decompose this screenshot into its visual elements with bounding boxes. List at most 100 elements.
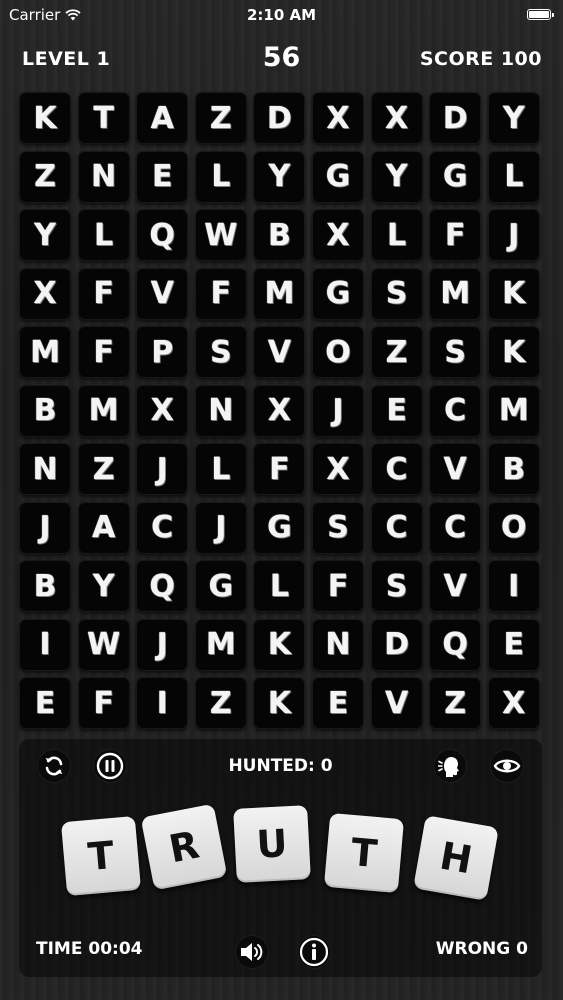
letter-tile[interactable]: B xyxy=(253,209,306,261)
reveal-button[interactable] xyxy=(490,749,524,783)
letter-tile[interactable]: P xyxy=(136,326,189,378)
letter-tile[interactable]: D xyxy=(253,92,306,144)
info-button[interactable] xyxy=(297,935,331,969)
letter-tile[interactable]: N xyxy=(194,384,247,437)
letter-tile[interactable]: V xyxy=(136,267,189,320)
letter-tile[interactable]: F xyxy=(77,267,130,320)
pronounce-button[interactable] xyxy=(433,749,467,783)
letter-tile[interactable]: E xyxy=(19,677,71,729)
letter-tile[interactable]: Z xyxy=(77,443,130,495)
letter-tile[interactable]: G xyxy=(194,560,247,612)
letter-tile[interactable]: D xyxy=(370,618,423,671)
letter-tile[interactable]: I xyxy=(19,618,71,671)
letter-tile[interactable]: X xyxy=(311,443,364,495)
letter-tile[interactable]: O xyxy=(487,501,540,554)
letter-tile[interactable]: F xyxy=(194,267,247,320)
letter-tile[interactable]: A xyxy=(136,92,189,144)
letter-tile[interactable]: J xyxy=(136,443,189,495)
letter-tile[interactable]: W xyxy=(194,209,247,261)
letter-tile[interactable]: J xyxy=(19,501,71,554)
letter-tile[interactable]: D xyxy=(429,92,482,144)
letter-tile[interactable]: X xyxy=(136,384,189,437)
letter-tile[interactable]: V xyxy=(370,677,423,729)
letter-tile[interactable]: E xyxy=(487,618,540,671)
letter-tile[interactable]: B xyxy=(19,384,71,437)
letter-tile[interactable]: Y xyxy=(19,209,71,261)
letter-tile[interactable]: L xyxy=(194,150,247,203)
letter-tile[interactable]: C xyxy=(429,384,482,437)
letter-tile[interactable]: Y xyxy=(253,150,306,203)
letter-tile[interactable]: Q xyxy=(136,209,189,261)
letter-tile[interactable]: J xyxy=(487,209,540,261)
letter-tile[interactable]: Q xyxy=(429,618,482,671)
letter-tile[interactable]: L xyxy=(370,209,423,261)
letter-tile[interactable]: F xyxy=(253,443,306,495)
letter-tile[interactable]: E xyxy=(370,384,423,437)
letter-tile[interactable]: Z xyxy=(194,677,247,729)
letter-tile[interactable]: Y xyxy=(77,560,130,612)
letter-tile[interactable]: L xyxy=(487,150,540,203)
letter-tile[interactable]: S xyxy=(311,501,364,554)
letter-tile[interactable]: V xyxy=(429,560,482,612)
letter-tile[interactable]: I xyxy=(136,677,189,729)
letter-tile[interactable]: V xyxy=(429,443,482,495)
letter-tile[interactable]: M xyxy=(77,384,130,437)
letter-tile[interactable]: E xyxy=(311,677,364,729)
letter-tile[interactable]: F xyxy=(77,677,130,729)
letter-tile[interactable]: A xyxy=(77,501,130,554)
letter-tile[interactable]: Z xyxy=(429,677,482,729)
letter-tile[interactable]: N xyxy=(77,150,130,203)
letter-tile[interactable]: B xyxy=(487,443,540,495)
letter-tile[interactable]: W xyxy=(77,618,130,671)
letter-tile[interactable]: C xyxy=(370,443,423,495)
letter-tile[interactable]: K xyxy=(487,267,540,320)
letter-tile[interactable]: F xyxy=(311,560,364,612)
letter-tile[interactable]: J xyxy=(194,501,247,554)
letter-tile[interactable]: C xyxy=(429,501,482,554)
letter-tile[interactable]: X xyxy=(19,267,71,320)
letter-tile[interactable]: E xyxy=(136,150,189,203)
letter-tile[interactable]: C xyxy=(136,501,189,554)
letter-tile[interactable]: L xyxy=(77,209,130,261)
letter-tile[interactable]: N xyxy=(311,618,364,671)
letter-tile[interactable]: S xyxy=(370,560,423,612)
letter-tile[interactable]: X xyxy=(311,92,364,144)
letter-tile[interactable]: K xyxy=(19,92,71,144)
letter-tile[interactable]: L xyxy=(253,560,306,612)
letter-tile[interactable]: L xyxy=(194,443,247,495)
letter-tile[interactable]: G xyxy=(253,501,306,554)
letter-tile[interactable]: M xyxy=(194,618,247,671)
letter-tile[interactable]: Q xyxy=(136,560,189,612)
letter-tile[interactable]: K xyxy=(487,326,540,378)
letter-tile[interactable]: C xyxy=(370,501,423,554)
letter-tile[interactable]: G xyxy=(311,267,364,320)
letter-tile[interactable]: Z xyxy=(370,326,423,378)
letter-tile[interactable]: Z xyxy=(194,92,247,144)
letter-tile[interactable]: I xyxy=(487,560,540,612)
letter-tile[interactable]: J xyxy=(136,618,189,671)
sound-button[interactable] xyxy=(235,935,269,969)
letter-tile[interactable]: J xyxy=(311,384,364,437)
letter-tile[interactable]: G xyxy=(429,150,482,203)
letter-tile[interactable]: Y xyxy=(487,92,540,144)
letter-tile[interactable]: O xyxy=(311,326,364,378)
letter-tile[interactable]: M xyxy=(487,384,540,437)
letter-tile[interactable]: F xyxy=(77,326,130,378)
letter-tile[interactable]: X xyxy=(487,677,540,729)
letter-tile[interactable]: X xyxy=(311,209,364,261)
letter-tile[interactable]: Z xyxy=(19,150,71,203)
letter-tile[interactable]: M xyxy=(19,326,71,378)
letter-tile[interactable]: K xyxy=(253,618,306,671)
letter-tile[interactable]: M xyxy=(253,267,306,320)
letter-tile[interactable]: S xyxy=(370,267,423,320)
letter-tile[interactable]: X xyxy=(253,384,306,437)
letter-tile[interactable]: B xyxy=(19,560,71,612)
letter-tile[interactable]: M xyxy=(429,267,482,320)
letter-tile[interactable]: K xyxy=(253,677,306,729)
letter-tile[interactable]: T xyxy=(77,92,130,144)
letter-tile[interactable]: X xyxy=(370,92,423,144)
letter-tile[interactable]: F xyxy=(429,209,482,261)
letter-tile[interactable]: S xyxy=(194,326,247,378)
letter-tile[interactable]: S xyxy=(429,326,482,378)
letter-tile[interactable]: N xyxy=(19,443,71,495)
